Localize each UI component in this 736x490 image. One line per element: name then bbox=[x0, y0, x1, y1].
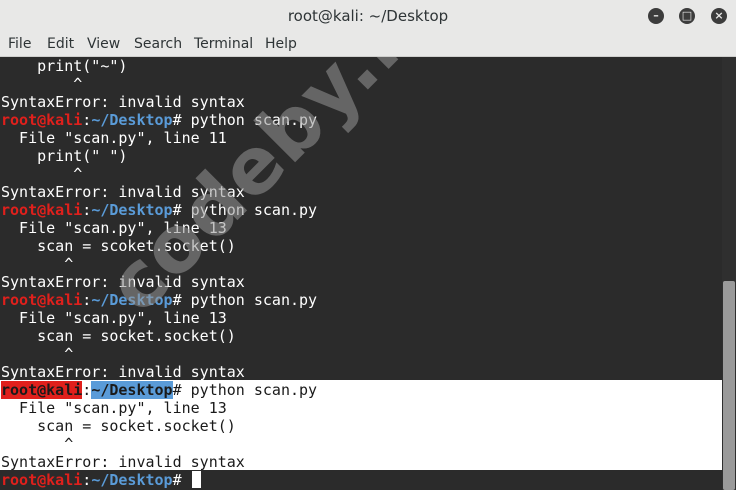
terminal-window: root@kali: ~/Desktop – □ × File Edit Vie… bbox=[0, 0, 736, 490]
close-button[interactable]: × bbox=[711, 8, 727, 24]
prompt-user: root@kali bbox=[1, 471, 83, 489]
prompt-user: root@kali bbox=[1, 291, 83, 309]
menu-bar: File Edit View Search Terminal Help bbox=[0, 32, 736, 57]
output-line: scan = socket.socket() bbox=[1, 417, 236, 435]
output-line: scan = socket.socket() bbox=[1, 327, 236, 345]
prompt-path: ~/Desktop bbox=[91, 111, 173, 129]
menu-terminal[interactable]: Terminal bbox=[194, 32, 253, 56]
terminal-output[interactable]: print("~") ^ SyntaxError: invalid syntax… bbox=[0, 57, 722, 490]
prompt-colon: : bbox=[82, 291, 92, 309]
minimize-button[interactable]: – bbox=[648, 8, 664, 24]
output-line: SyntaxError: invalid syntax bbox=[1, 93, 245, 111]
prompt-line: root@kali:~/Desktop# python scan.py bbox=[1, 381, 317, 399]
title-bar[interactable]: root@kali: ~/Desktop – □ × bbox=[0, 0, 736, 33]
prompt-path: ~/Desktop bbox=[91, 471, 173, 489]
output-line: SyntaxError: invalid syntax bbox=[1, 363, 245, 381]
output-line: File "scan.py", line 13 bbox=[1, 309, 227, 327]
menu-help[interactable]: Help bbox=[265, 32, 297, 56]
command-text: python scan.py bbox=[190, 381, 318, 399]
prompt-colon: : bbox=[82, 201, 92, 219]
output-line: File "scan.py", line 13 bbox=[1, 399, 227, 417]
prompt-colon: : bbox=[82, 111, 92, 129]
output-line: SyntaxError: invalid syntax bbox=[1, 453, 245, 471]
prompt-colon: : bbox=[82, 471, 92, 489]
menu-edit[interactable]: Edit bbox=[47, 32, 74, 56]
active-prompt-line[interactable]: root@kali:~/Desktop# bbox=[1, 471, 201, 489]
prompt-user: root@kali bbox=[1, 111, 83, 129]
output-line: ^ bbox=[1, 255, 74, 273]
prompt-user: root@kali bbox=[1, 381, 83, 399]
output-line: ^ bbox=[1, 345, 74, 363]
prompt-symbol: # bbox=[172, 471, 191, 489]
maximize-button[interactable]: □ bbox=[679, 8, 695, 24]
menu-view[interactable]: View bbox=[87, 32, 120, 56]
prompt-symbol: # bbox=[172, 111, 191, 129]
window-title: root@kali: ~/Desktop bbox=[287, 7, 449, 25]
command-text: python scan.py bbox=[190, 291, 318, 309]
output-line: ^ bbox=[1, 75, 83, 93]
output-line: print(" ") bbox=[1, 147, 128, 165]
output-line: print("~") bbox=[1, 57, 128, 75]
prompt-path: ~/Desktop bbox=[91, 381, 173, 399]
prompt-colon: : bbox=[82, 381, 92, 399]
output-line: ^ bbox=[1, 165, 83, 183]
prompt-symbol: # bbox=[172, 381, 191, 399]
menu-search[interactable]: Search bbox=[134, 32, 182, 56]
prompt-user: root@kali bbox=[1, 201, 83, 219]
vertical-scrollbar[interactable] bbox=[722, 57, 736, 490]
menu-file[interactable]: File bbox=[8, 32, 31, 56]
scrollbar-thumb[interactable] bbox=[723, 281, 735, 490]
output-line: ^ bbox=[1, 435, 74, 453]
output-line: File "scan.py", line 11 bbox=[1, 129, 227, 147]
text-cursor bbox=[191, 471, 201, 488]
